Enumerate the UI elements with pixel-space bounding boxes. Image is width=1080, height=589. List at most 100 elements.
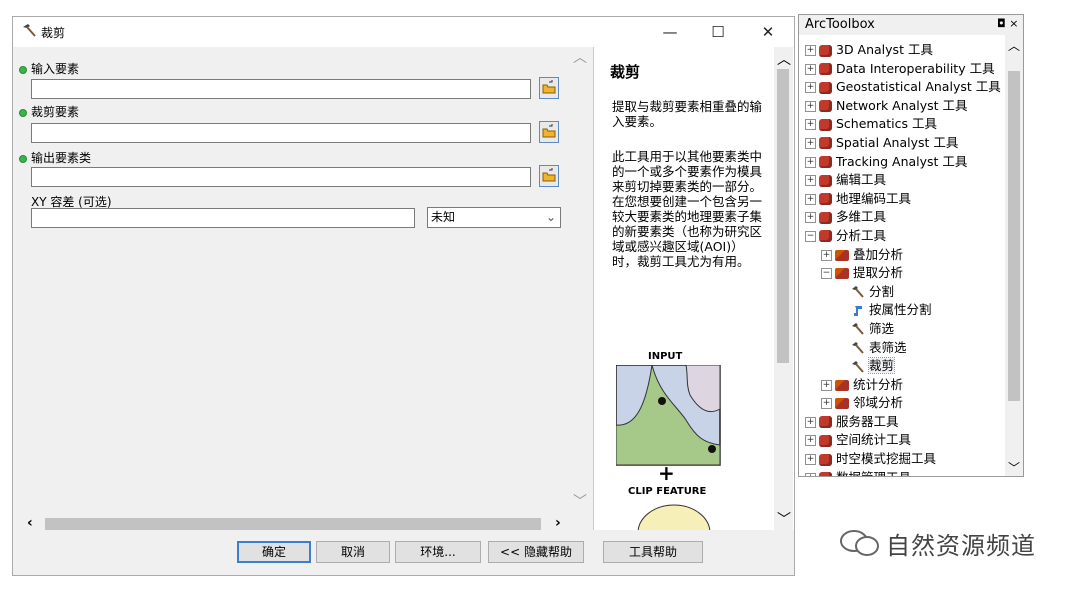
toolbox-icon: [819, 44, 832, 57]
expand-icon[interactable]: +: [805, 63, 816, 75]
open-folder-icon: [542, 124, 556, 138]
tree-item[interactable]: + Network Analyst 工具: [805, 95, 1005, 114]
expand-icon[interactable]: +: [805, 472, 816, 476]
expand-icon[interactable]: +: [805, 435, 816, 447]
scroll-right-icon[interactable]: ›: [555, 515, 561, 531]
input-features-browse-button[interactable]: [539, 77, 559, 99]
tree-item[interactable]: + 地理编码工具: [805, 188, 1005, 207]
tool-help-button[interactable]: 工具帮助: [603, 541, 703, 563]
close-button[interactable]: ✕: [745, 17, 791, 47]
scroll-left-icon[interactable]: ‹: [27, 515, 33, 531]
tree-item-label: 服务器工具: [836, 413, 899, 429]
environments-button[interactable]: 环境...: [395, 541, 481, 563]
scroll-down-icon[interactable]: ﹀: [573, 491, 587, 511]
expand-icon[interactable]: +: [805, 100, 816, 112]
minimize-button[interactable]: —: [647, 17, 693, 47]
expand-icon[interactable]: +: [805, 416, 816, 428]
tree-item[interactable]: + Data Interoperability 工具: [805, 58, 1005, 77]
input-features-field[interactable]: [31, 79, 531, 99]
expand-icon[interactable]: +: [821, 398, 832, 410]
clip-features-browse-button[interactable]: [539, 121, 559, 143]
xy-tolerance-unit-select[interactable]: 未知 ⌄: [427, 207, 561, 228]
expand-icon[interactable]: +: [821, 249, 832, 261]
tree-item-label: 邻域分析: [853, 395, 904, 411]
tree-item[interactable]: + 编辑工具: [805, 169, 1005, 188]
required-dot-icon: [19, 108, 27, 117]
tree-item[interactable]: + Schematics 工具: [805, 113, 1005, 132]
params-horizontal-scrollbar[interactable]: ‹ ›: [23, 515, 568, 531]
watermark-text: 自然资源频道: [886, 532, 1036, 560]
tree-item-label: Data Interoperability 工具: [836, 60, 995, 76]
expand-icon[interactable]: +: [805, 45, 816, 56]
expand-icon[interactable]: +: [805, 119, 816, 131]
tree-item[interactable]: +3D Analyst 工具: [805, 39, 1005, 58]
tree-item[interactable]: 筛选: [805, 318, 1005, 337]
horizontal-scroll-thumb[interactable]: [45, 518, 541, 530]
tree-item[interactable]: + 叠加分析: [805, 244, 1005, 263]
tree-item[interactable]: + 数据管理工具: [805, 467, 1005, 476]
collapse-icon[interactable]: −: [821, 268, 832, 280]
tree-item[interactable]: 裁剪: [805, 355, 1005, 375]
expand-icon[interactable]: +: [805, 193, 816, 205]
output-feature-class-label: 输出要素类: [19, 149, 91, 166]
tree-item[interactable]: + Geostatistical Analyst 工具: [805, 76, 1005, 95]
expand-icon[interactable]: +: [805, 156, 816, 168]
clip-features-label: 裁剪要素: [19, 103, 79, 120]
help-vertical-scrollbar[interactable]: ︿ ﹀: [774, 47, 793, 530]
dialog-title: 裁剪: [41, 26, 66, 40]
expand-icon[interactable]: +: [821, 379, 832, 391]
scroll-up-icon[interactable]: ︿: [573, 47, 587, 67]
hide-help-button[interactable]: << 隐藏帮助: [488, 541, 584, 563]
tree-item[interactable]: + 邻域分析: [805, 392, 1005, 411]
tree-item[interactable]: − 分析工具: [805, 225, 1005, 244]
toolbox-vertical-scrollbar[interactable]: ︿ ﹀: [1005, 35, 1023, 476]
expand-icon[interactable]: +: [805, 82, 816, 94]
toolbox-icon: [819, 453, 832, 466]
tree-item[interactable]: + Spatial Analyst 工具: [805, 132, 1005, 151]
expand-icon[interactable]: +: [805, 212, 816, 224]
collapse-icon[interactable]: −: [805, 230, 816, 242]
tree-item[interactable]: + 统计分析: [805, 374, 1005, 393]
tree-item[interactable]: 表筛选: [805, 337, 1005, 356]
arctoolbox-window-controls[interactable]: ◘ ×: [997, 17, 1018, 30]
cancel-button[interactable]: 取消: [316, 541, 390, 563]
tree-item[interactable]: + 空间统计工具: [805, 429, 1005, 448]
figure-input-label: INPUT: [648, 351, 683, 362]
tree-item[interactable]: + Tracking Analyst 工具: [805, 151, 1005, 170]
clip-dialog: 裁剪 — ☐ ✕ 输入要素 裁剪要素 输出要素类 XY 容差 (可选) 未知 ⌄…: [12, 16, 795, 576]
ok-button[interactable]: 确定: [237, 541, 311, 563]
toolbox-icon: [819, 230, 832, 243]
arctoolbox-titlebar[interactable]: ArcToolbox ◘ ×: [799, 15, 1023, 35]
scroll-down-icon[interactable]: ﹀: [777, 509, 791, 529]
expand-icon[interactable]: +: [805, 454, 816, 466]
scroll-up-icon[interactable]: ︿: [1008, 37, 1020, 54]
hammer-icon: [851, 322, 865, 336]
xy-tolerance-field[interactable]: [31, 208, 415, 228]
maximize-button[interactable]: ☐: [695, 17, 741, 47]
figure-clip-label: CLIP FEATURE: [628, 486, 707, 497]
params-vertical-scrollbar[interactable]: ︿ ﹀: [569, 47, 589, 530]
tree-item[interactable]: 分割: [805, 281, 1005, 300]
clip-features-field[interactable]: [31, 123, 531, 143]
scroll-up-icon[interactable]: ︿: [777, 49, 791, 69]
output-feature-class-browse-button[interactable]: [539, 165, 559, 187]
toolbox-icon: [819, 81, 832, 94]
hammer-icon: [21, 23, 37, 39]
tree-item[interactable]: + 时空模式挖掘工具: [805, 448, 1005, 467]
toolbox-scroll-thumb[interactable]: [1008, 71, 1020, 401]
tree-item[interactable]: + 服务器工具: [805, 411, 1005, 430]
toolbox-icon: [819, 137, 832, 150]
tree-item[interactable]: 按属性分割: [805, 299, 1005, 318]
scroll-down-icon[interactable]: ﹀: [1008, 459, 1020, 476]
output-feature-class-field[interactable]: [31, 167, 531, 187]
expand-icon[interactable]: +: [805, 175, 816, 187]
dialog-titlebar[interactable]: 裁剪 — ☐ ✕: [13, 17, 794, 47]
toolbox-icon: [819, 211, 832, 224]
open-folder-icon: [542, 80, 556, 94]
watermark: 自然资源频道: [838, 526, 1053, 560]
expand-icon[interactable]: +: [805, 137, 816, 149]
help-scroll-thumb[interactable]: [777, 69, 789, 363]
tree-item[interactable]: − 提取分析: [805, 262, 1005, 281]
tree-item[interactable]: + 多维工具: [805, 206, 1005, 225]
toolbox-icon: [819, 118, 832, 131]
